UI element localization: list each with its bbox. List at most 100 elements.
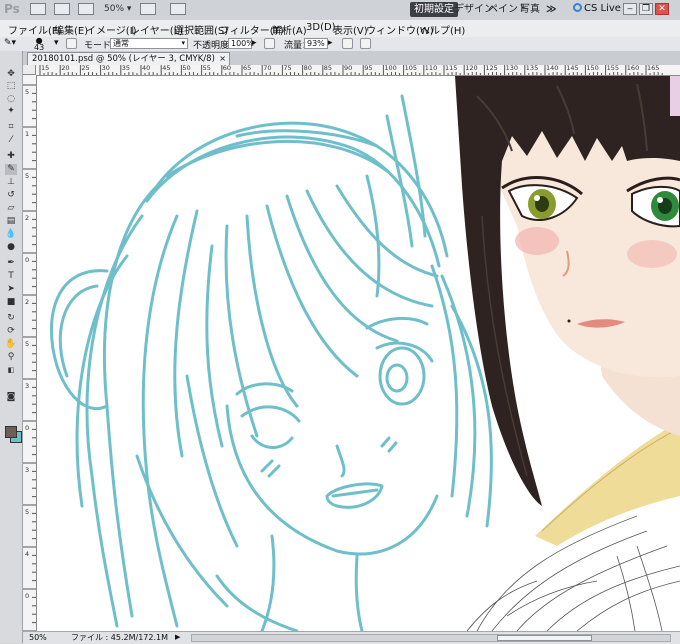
history-brush-icon[interactable]: ↺: [5, 190, 17, 201]
stamp-icon[interactable]: ⊥: [5, 177, 17, 188]
menu-3d[interactable]: 3D(D): [306, 22, 336, 33]
blue-sketch-drawing: [49, 94, 493, 631]
mode-select[interactable]: 通常 ▾: [110, 38, 188, 49]
ruler-tick-label: 120: [465, 65, 478, 72]
flow-arrow[interactable]: ▸: [328, 38, 333, 48]
hand-icon[interactable]: ✋: [5, 339, 17, 350]
cs-live-button[interactable]: CS Live ▾: [573, 3, 629, 14]
status-menu-arrow[interactable]: ▶: [175, 632, 180, 643]
foreground-color-swatch[interactable]: [5, 426, 17, 438]
ruler-tick-label: 3: [25, 466, 30, 474]
view-extras-icon[interactable]: [78, 3, 94, 15]
document-tab[interactable]: 20180101.psd @ 50% (レイヤー 3, CMYK/8) ×: [27, 52, 230, 66]
path-select-icon[interactable]: ➤: [5, 284, 17, 295]
ruler-tick-label: 5: [25, 508, 30, 516]
ruler-tick-label: 50: [182, 65, 191, 72]
horizontal-scrollbar[interactable]: [191, 634, 671, 642]
horizontal-ruler[interactable]: 15 20 25 30 35 40 45 50 55 60 65 70 75 80 85 90 95 100 105…: [36, 65, 680, 76]
options-bar: ✎▾ ● 43 ▾ モード： 通常 ▾ 不透明度： 100% ▸ 流量： 93% ▸: [0, 37, 680, 52]
status-bar: 50% ファイル : 45.2M/172.1M ▶: [23, 631, 680, 644]
menu-image[interactable]: イメージ(I): [86, 22, 137, 37]
screen-mode-icon[interactable]: [170, 3, 186, 15]
close-button[interactable]: ✕: [655, 3, 669, 15]
brush-preset-arrow[interactable]: ▾: [54, 38, 59, 48]
healing-icon[interactable]: ✚: [5, 151, 17, 162]
ruler-tick-label: 70: [263, 65, 272, 72]
colored-illustration: [455, 76, 680, 546]
vertical-ruler[interactable]: 5 1 5 2 0 2 5 3 0 3 5 4 0: [23, 75, 37, 631]
gradient-icon[interactable]: ▤: [5, 216, 17, 227]
menu-edit[interactable]: 編集(E): [54, 22, 88, 37]
quick-mask-icon[interactable]: ◙: [5, 392, 17, 403]
close-document-icon[interactable]: ×: [219, 53, 226, 65]
file-size-info: ファイル : 45.2M/172.1M: [71, 633, 168, 642]
restore-button[interactable]: ❐: [639, 3, 653, 15]
flow-input[interactable]: 93%: [304, 38, 328, 49]
brush-icon[interactable]: ✎: [5, 164, 17, 175]
ruler-tick-label: 110: [424, 65, 438, 72]
brush-tool-icon[interactable]: ✎▾: [4, 38, 16, 48]
crop-icon[interactable]: ⌗: [5, 122, 17, 133]
pen-icon[interactable]: ✒: [5, 258, 17, 269]
photoshop-logo: Ps: [4, 2, 20, 16]
tablet-opacity-icon[interactable]: [264, 38, 275, 49]
airbrush-icon[interactable]: [342, 38, 353, 49]
ruler-tick-label: 125: [485, 65, 498, 72]
zoom-dropdown[interactable]: 50% ▾: [104, 4, 131, 14]
arrange-documents-icon[interactable]: [140, 3, 156, 15]
eraser-icon[interactable]: ▱: [5, 203, 17, 214]
blur-icon[interactable]: 💧: [5, 229, 17, 240]
horizontal-ruler-ticks: [39, 65, 663, 75]
ruler-tick-label: 160: [626, 65, 640, 72]
ruler-tick-label: 20: [61, 65, 70, 72]
tablet-size-icon[interactable]: [360, 38, 371, 49]
ruler-tick-label: 5: [25, 172, 30, 180]
vertical-ruler-ticks: [23, 84, 36, 631]
shape-icon[interactable]: ■: [5, 297, 17, 308]
default-colors-icon[interactable]: ◧: [5, 365, 17, 376]
ruler-tick-label: 150: [586, 65, 599, 72]
type-icon[interactable]: T: [5, 271, 17, 282]
ruler-tick-label: 1: [25, 130, 30, 138]
tools-panel: ✥ ⬚ ◌ ✦ ⌗ ⁄ ✚ ✎ ⊥ ↺ ▱ ▤ 💧 ● ✒ T ➤ ■ ↻ ⟳ …: [0, 51, 23, 643]
horizontal-scrollbar-thumb[interactable]: [497, 635, 592, 641]
move-icon[interactable]: ✥: [5, 69, 17, 80]
menu-analysis[interactable]: 解析(A): [272, 22, 307, 37]
menu-help[interactable]: ヘルプ(H): [420, 22, 465, 37]
ruler-tick-label: 0: [25, 592, 30, 600]
ruler-tick-label: 65: [243, 65, 252, 72]
more-workspaces-button[interactable]: ≫: [542, 2, 560, 17]
opacity-input[interactable]: 100%: [228, 38, 254, 49]
3d-orbit-icon[interactable]: ⟳: [5, 326, 17, 337]
ruler-tick-label: 4: [25, 550, 30, 558]
document-canvas[interactable]: [37, 76, 680, 631]
quick-select-icon[interactable]: ✦: [5, 106, 17, 117]
ruler-tick-label: 35: [121, 65, 131, 72]
ruler-tick-label: 135: [525, 65, 539, 72]
ruler-tick-label: 25: [81, 65, 90, 72]
ruler-tick-label: 40: [142, 65, 151, 72]
mini-bridge-icon[interactable]: [54, 3, 70, 15]
eyedropper-icon[interactable]: ⁄: [5, 135, 17, 146]
artwork: [49, 76, 680, 631]
3d-rotate-icon[interactable]: ↻: [5, 313, 17, 324]
ruler-tick-label: 30: [101, 65, 110, 72]
dodge-icon[interactable]: ●: [5, 242, 17, 253]
ruler-tick-label: 2: [25, 298, 30, 306]
opacity-arrow[interactable]: ▸: [252, 38, 257, 48]
marquee-icon[interactable]: ⬚: [5, 81, 17, 92]
status-zoom-field[interactable]: 50%: [29, 632, 47, 643]
ruler-tick-label: 75: [283, 65, 292, 72]
ruler-tick-label: 0: [25, 424, 30, 432]
bridge-icon[interactable]: [30, 3, 46, 15]
minimize-button[interactable]: ‒: [623, 3, 637, 15]
brush-panel-toggle-icon[interactable]: [66, 38, 77, 49]
workspace-photo-button[interactable]: 写真: [516, 2, 544, 17]
brush-preset-picker[interactable]: ● 43: [34, 37, 44, 52]
menu-view[interactable]: 表示(V): [333, 22, 368, 37]
lasso-icon[interactable]: ◌: [5, 94, 17, 105]
ruler-tick-label: 95: [364, 65, 373, 72]
menu-bar: ファイル(F) 編集(E) イメージ(I) レイヤー(L) 選択範囲(S) フィ…: [0, 20, 680, 38]
zoom-icon[interactable]: ⚲: [5, 352, 17, 363]
ruler-origin[interactable]: [23, 65, 36, 75]
